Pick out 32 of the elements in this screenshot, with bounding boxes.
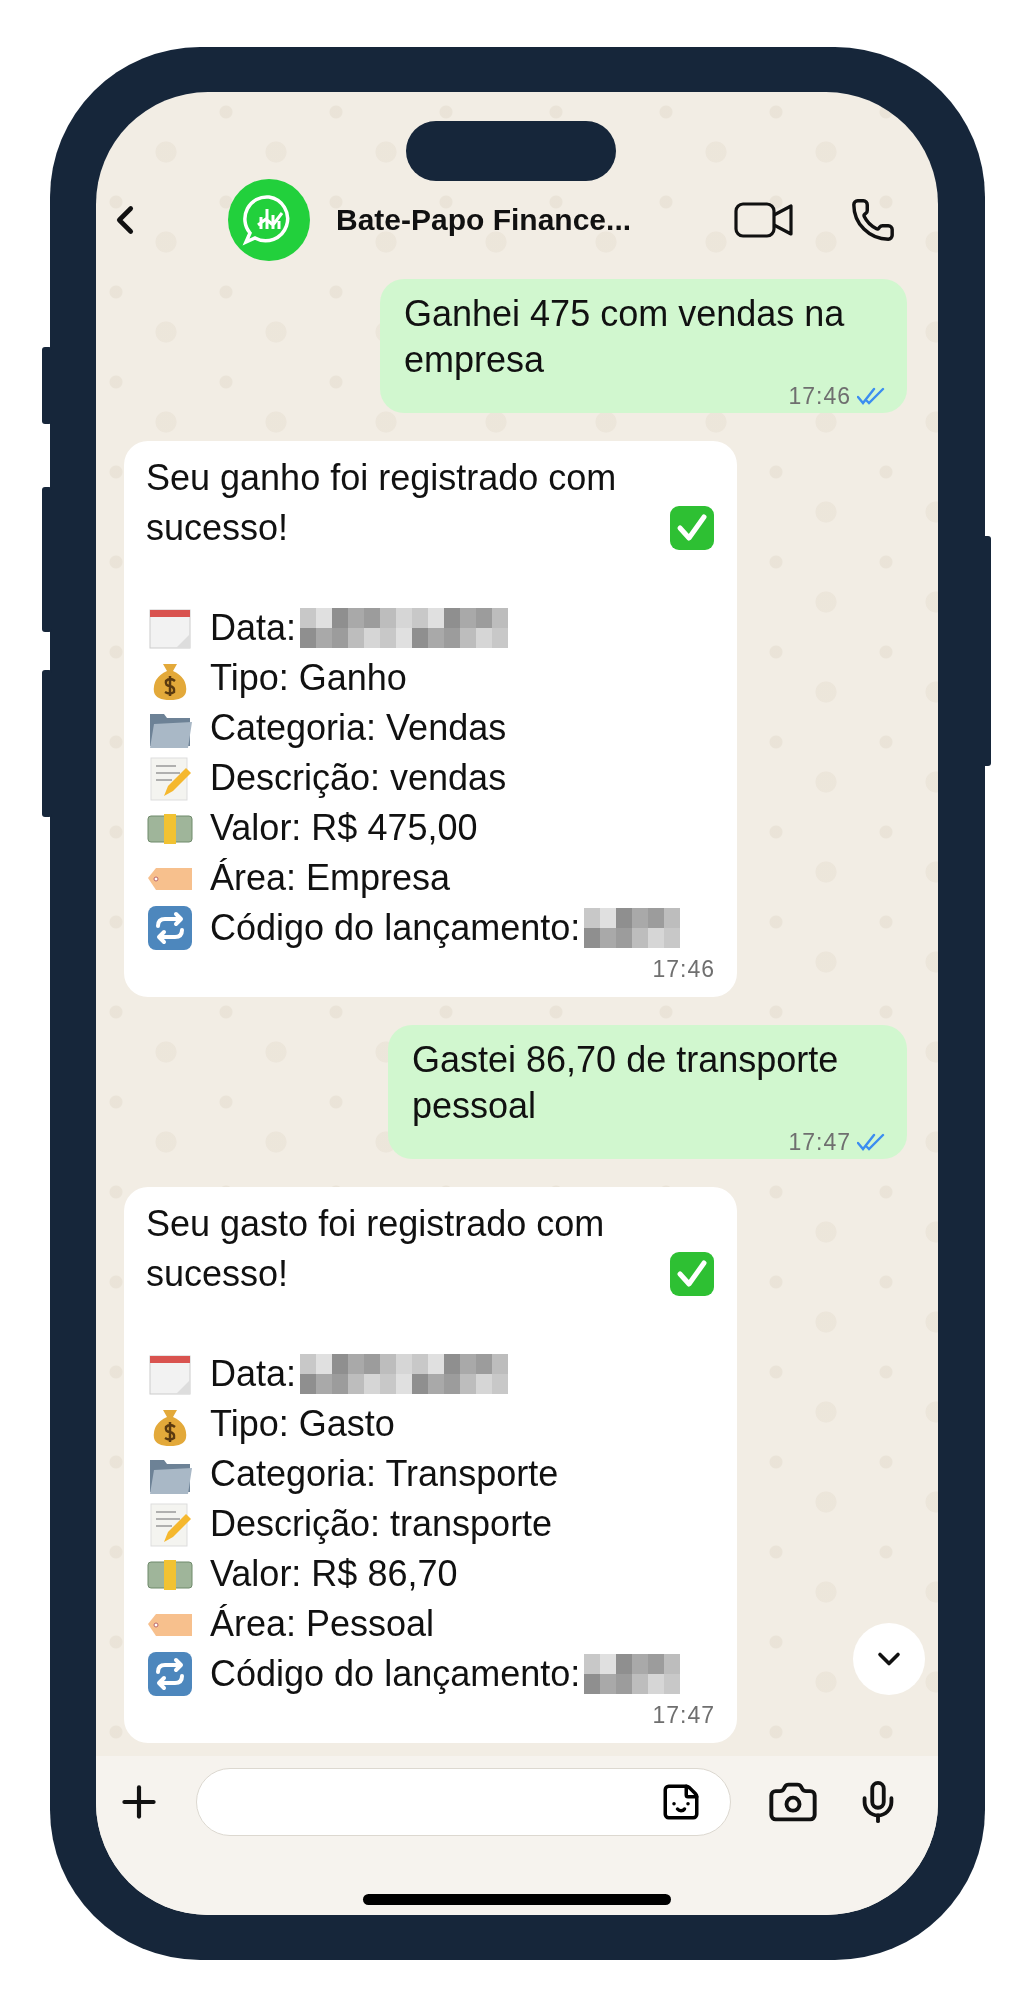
message-text: Seu ganho foi registrado com sucesso! <box>146 456 618 550</box>
message-text: Gastei 86,70 de transporte pessoal <box>412 1038 840 1128</box>
check-mark-icon <box>669 1251 715 1297</box>
field-text: Tipo: Ganho <box>210 656 407 700</box>
field-text: Categoria: Vendas <box>210 706 507 750</box>
field-text: Categoria: Transporte <box>210 1452 559 1496</box>
field-text: Valor: R$ 475,00 <box>210 806 478 850</box>
message-time: 17:46 <box>788 382 851 410</box>
video-camera-icon <box>734 200 794 240</box>
field-text: Área: Pessoal <box>210 1602 435 1646</box>
repeat-icon <box>146 1650 194 1698</box>
field-text: Descrição: vendas <box>210 756 507 800</box>
field-text: Valor: R$ 86,70 <box>210 1552 458 1596</box>
message-time: 17:47 <box>788 1128 851 1156</box>
field-text: Tipo: Gasto <box>210 1402 395 1446</box>
field-text: Data: <box>210 1352 297 1396</box>
phone-icon <box>850 197 896 243</box>
field-text: Código do lançamento: <box>210 906 581 950</box>
avatar-icon <box>228 179 310 261</box>
video-call-button[interactable] <box>734 200 794 240</box>
field-text: Data: <box>210 606 297 650</box>
chat-title: Bate-Papo Finance... <box>336 203 633 237</box>
message-text: Ganhei 475 com vendas na empresa <box>404 292 846 382</box>
phone-call-button[interactable] <box>850 197 896 243</box>
field-text: Código do lançamento: <box>210 1652 581 1696</box>
message-time: 17:47 <box>652 1701 715 1729</box>
repeat-icon <box>146 904 194 952</box>
field-text: Descrição: transporte <box>210 1502 553 1546</box>
message-time: 17:46 <box>652 955 715 983</box>
field-text: Área: Empresa <box>210 856 451 900</box>
check-mark-icon <box>669 505 715 551</box>
message-text: Seu gasto foi registrado com sucesso! <box>146 1202 606 1296</box>
